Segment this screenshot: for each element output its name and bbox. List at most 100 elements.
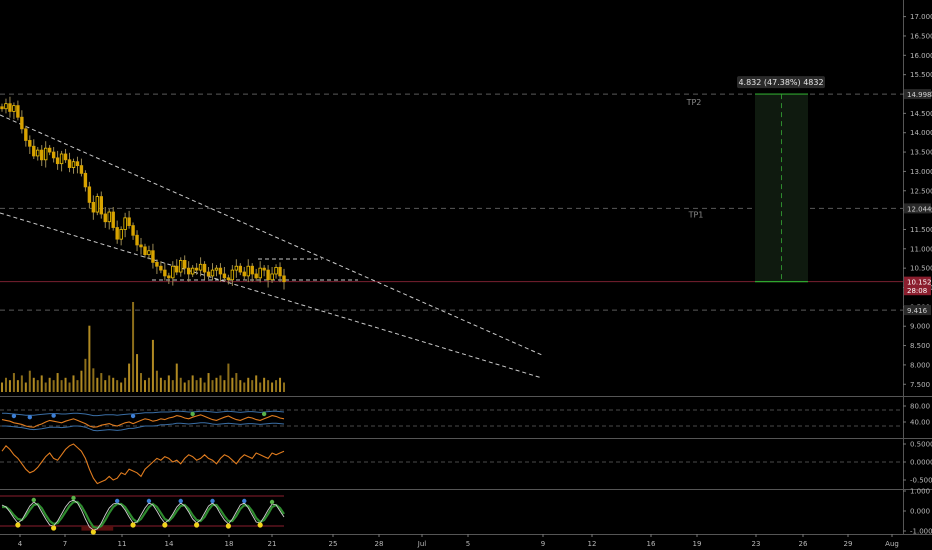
candle[interactable] xyxy=(12,105,16,112)
candle[interactable] xyxy=(32,145,36,157)
indicator-3-pane[interactable] xyxy=(0,495,285,535)
candle[interactable] xyxy=(115,227,119,240)
indicator-1-pane[interactable] xyxy=(0,409,903,432)
candle[interactable] xyxy=(8,103,12,112)
candle[interactable] xyxy=(20,116,24,130)
volume-bar xyxy=(263,377,266,392)
candle[interactable] xyxy=(16,105,20,118)
candle[interactable] xyxy=(175,265,179,273)
candle[interactable] xyxy=(107,211,111,223)
candle[interactable] xyxy=(214,267,219,271)
candle[interactable] xyxy=(159,265,163,271)
volume-bar xyxy=(155,370,158,392)
candle[interactable] xyxy=(75,161,80,167)
candle[interactable] xyxy=(91,201,96,213)
wedge-trendlines[interactable] xyxy=(0,114,543,379)
candle[interactable] xyxy=(230,269,235,281)
candle[interactable] xyxy=(119,229,123,240)
volume-bar xyxy=(239,380,242,392)
candle[interactable] xyxy=(67,159,72,168)
candle[interactable] xyxy=(127,217,131,226)
indicator-1-signal-dot xyxy=(261,411,267,417)
candle[interactable] xyxy=(43,147,48,161)
price-pane[interactable]: 4.832 (47.38%) 4832 TP2 TP1 xyxy=(0,76,903,379)
time-tick-label: 18 xyxy=(225,540,234,548)
candle[interactable] xyxy=(40,149,44,161)
volume-bar xyxy=(16,380,19,392)
candle[interactable] xyxy=(186,267,191,275)
candle[interactable] xyxy=(4,103,8,110)
candle[interactable] xyxy=(59,153,64,165)
candle[interactable] xyxy=(139,244,143,248)
candle[interactable] xyxy=(190,267,195,275)
price-candles[interactable] xyxy=(0,96,286,290)
candle[interactable] xyxy=(79,165,84,174)
candle[interactable] xyxy=(183,260,187,269)
volume-bar xyxy=(283,382,285,392)
candle[interactable] xyxy=(234,265,239,271)
volume-bar xyxy=(163,380,166,392)
indicator-3-high-dot xyxy=(269,499,275,505)
candle[interactable] xyxy=(83,172,88,188)
candle[interactable] xyxy=(258,267,262,279)
candle[interactable] xyxy=(51,151,56,159)
upper-trendline[interactable] xyxy=(0,114,543,356)
candle[interactable] xyxy=(171,265,175,279)
lower-trendline[interactable] xyxy=(0,212,543,379)
candle[interactable] xyxy=(131,225,135,236)
candle[interactable] xyxy=(163,269,167,277)
candle[interactable] xyxy=(99,196,103,215)
candle[interactable] xyxy=(87,186,92,203)
candle[interactable] xyxy=(123,217,127,230)
candle[interactable] xyxy=(24,128,28,141)
candle[interactable] xyxy=(242,271,246,277)
candle[interactable] xyxy=(202,263,207,273)
candle[interactable] xyxy=(103,213,107,223)
time-axis[interactable]: 4 7 11 14 18 21 25 28 Jul 5 9 12 16 19 23 26 29 Aug xyxy=(18,534,899,548)
candle[interactable] xyxy=(143,246,147,256)
candle[interactable] xyxy=(71,161,76,168)
candle[interactable] xyxy=(218,267,223,275)
candle[interactable] xyxy=(206,271,211,277)
candle[interactable] xyxy=(262,267,266,271)
volume-bar xyxy=(108,375,111,392)
time-tick-label: 25 xyxy=(329,540,338,548)
candle[interactable] xyxy=(147,250,151,256)
volume-bar xyxy=(175,363,178,392)
candle[interactable] xyxy=(278,266,282,277)
candle[interactable] xyxy=(210,269,215,277)
candle[interactable] xyxy=(254,273,258,279)
candle[interactable] xyxy=(238,265,243,273)
candle[interactable] xyxy=(55,157,60,165)
candle[interactable] xyxy=(198,263,203,271)
price-tick-label: 16.000 xyxy=(910,52,932,60)
candle[interactable] xyxy=(266,269,270,281)
time-tick-label: 9 xyxy=(541,540,545,548)
indicator-3-high-dot xyxy=(178,498,183,504)
candle[interactable] xyxy=(0,106,4,110)
candle[interactable] xyxy=(155,261,159,267)
candle[interactable] xyxy=(111,211,115,228)
candle[interactable] xyxy=(270,273,274,281)
candle[interactable] xyxy=(167,275,171,279)
candle[interactable] xyxy=(282,275,286,283)
indicator-1-line xyxy=(1,414,285,428)
candle[interactable] xyxy=(250,265,254,275)
candle[interactable] xyxy=(179,260,183,273)
indicator-2-pane[interactable] xyxy=(0,443,903,485)
indicator-1-signal-dot xyxy=(11,413,17,419)
candle[interactable] xyxy=(151,250,155,263)
trading-chart[interactable]: 4.832 (47.38%) 4832 TP2 TP1 17.000 16.500… xyxy=(0,0,932,550)
price-axis[interactable]: 17.00016.50016.00015.50015.00014.50014.0… xyxy=(903,13,932,389)
candle[interactable] xyxy=(135,234,139,246)
candle[interactable] xyxy=(246,265,250,277)
candle[interactable] xyxy=(36,149,40,157)
candle[interactable] xyxy=(222,273,227,279)
candle[interactable] xyxy=(194,267,199,271)
candle[interactable] xyxy=(226,277,231,281)
candle[interactable] xyxy=(28,140,32,147)
candle[interactable] xyxy=(47,147,52,153)
candle[interactable] xyxy=(95,196,100,213)
candle[interactable] xyxy=(63,153,68,161)
candle[interactable] xyxy=(274,266,278,275)
